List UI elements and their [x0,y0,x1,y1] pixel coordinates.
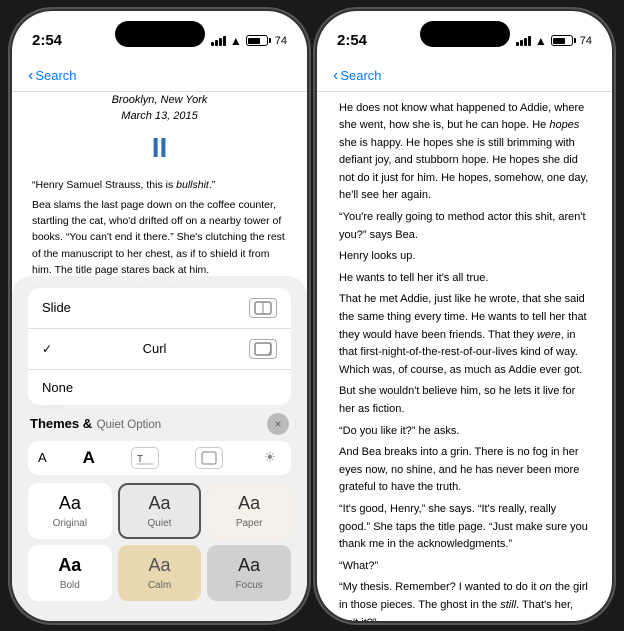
status-icons-left: ▲ 74 [211,34,287,48]
right-para-9: “It's good, Henry,” she says. “It's real… [339,501,590,554]
theme-paper-label: Paper [236,518,263,529]
theme-focus[interactable]: Aa Focus [207,545,291,601]
slide-option[interactable]: Slide [28,288,291,329]
theme-calm-label: Calm [148,580,171,591]
theme-bold-label: Bold [60,580,80,591]
theme-original[interactable]: Aa Original [28,483,112,539]
battery-icon-left [246,35,271,46]
close-icon: × [274,417,281,431]
theme-quiet-label: Quiet [148,518,172,529]
checkmark-icon: ✓ [42,342,52,356]
battery-pct-left: 74 [275,35,287,47]
right-para-5: That he met Addie, just like he wrote, t… [339,291,590,379]
chevron-left-icon: ‹ [28,67,33,85]
wifi-icon-right: ▲ [535,34,547,48]
reader-overlay: Slide ✓ Curl [12,276,307,621]
slide-icon [249,298,277,318]
battery-pct-right: 74 [580,35,592,47]
book-para-1: “Henry Samuel Strauss, this is bullshit.… [32,177,287,193]
back-button-left[interactable]: ‹ Search [28,67,77,85]
book-content-right: He does not know what happened to Addie,… [317,92,612,621]
transition-options: Slide ✓ Curl [28,288,291,405]
right-para-6: But she wouldn't believe him, so he lets… [339,383,590,418]
theme-paper-aa: Aa [238,493,260,514]
back-label-left: Search [35,68,76,83]
theme-bold[interactable]: Aa Bold [28,545,112,601]
text-large-a[interactable]: A [83,448,95,468]
nav-bar-left: ‹ Search [12,61,307,92]
theme-paper[interactable]: Aa Paper [207,483,291,539]
theme-calm[interactable]: Aa Calm [118,545,202,601]
theme-original-aa: Aa [59,493,81,514]
right-phone: 2:54 ▲ 74 ‹ Search [317,11,612,621]
right-para-1: He does not know what happened to Addie,… [339,100,590,206]
none-option[interactable]: None [28,370,291,405]
dynamic-island-right [420,21,510,47]
left-phone: 2:54 ▲ 74 ‹ Search [12,11,307,621]
right-para-2: “You're really going to method actor thi… [339,209,590,244]
quiet-option-label: Quiet Option [97,419,162,431]
theme-grid: Aa Original Aa Quiet Aa Paper Aa Bold [28,483,291,601]
right-para-3: Henry looks up. [339,248,590,266]
curl-label: Curl [143,341,167,356]
theme-bold-aa: Aa [58,555,81,576]
svg-text:T: T [137,454,143,465]
theme-focus-aa: Aa [238,555,260,576]
text-controls: A A T ☀ [28,441,291,475]
slide-label: Slide [42,300,71,315]
right-para-7: “Do you like it?” he asks. [339,423,590,441]
theme-quiet-aa: Aa [148,493,170,514]
right-para-8: And Bea breaks into a grin. There is no … [339,444,590,497]
back-button-right[interactable]: ‹ Search [333,67,382,85]
brightness-icon[interactable]: ☀ [259,447,281,469]
text-small-a[interactable]: A [38,450,47,465]
none-label: None [42,380,73,395]
chevron-left-icon-right: ‹ [333,67,338,85]
battery-icon-right [551,35,576,46]
back-label-right: Search [340,68,381,83]
book-para-2: Bea slams the last page down on the coff… [32,197,287,278]
themes-title-area: Themes & Quiet Option [30,415,161,433]
page-icon[interactable] [195,447,223,469]
signal-icon-left [211,36,226,46]
status-icons-right: ▲ 74 [516,34,592,48]
nav-bar-right: ‹ Search [317,61,612,92]
book-location: Brooklyn, New York March 13, 2015 [32,92,287,125]
curl-icon [249,339,277,359]
chapter-number: II [32,127,287,169]
wifi-icon-left: ▲ [230,34,242,48]
themes-title: Themes & [30,416,92,431]
theme-calm-aa: Aa [148,555,170,576]
book-content-left: Brooklyn, New York March 13, 2015 II “He… [12,92,307,416]
theme-focus-label: Focus [236,580,263,591]
right-para-11: “My thesis. Remember? I wanted to do it … [339,579,590,620]
time-left: 2:54 [32,32,62,49]
dynamic-island [115,21,205,47]
close-button[interactable]: × [267,413,289,435]
themes-header: Themes & Quiet Option × [28,413,291,435]
right-para-10: “What?” [339,558,590,576]
theme-original-label: Original [53,518,87,529]
right-para-4: He wants to tell her it's all true. [339,270,590,288]
time-right: 2:54 [337,32,367,49]
font-icon[interactable]: T [131,447,159,469]
theme-quiet[interactable]: Aa Quiet [118,483,202,539]
curl-option[interactable]: ✓ Curl [28,329,291,370]
signal-icon-right [516,36,531,46]
